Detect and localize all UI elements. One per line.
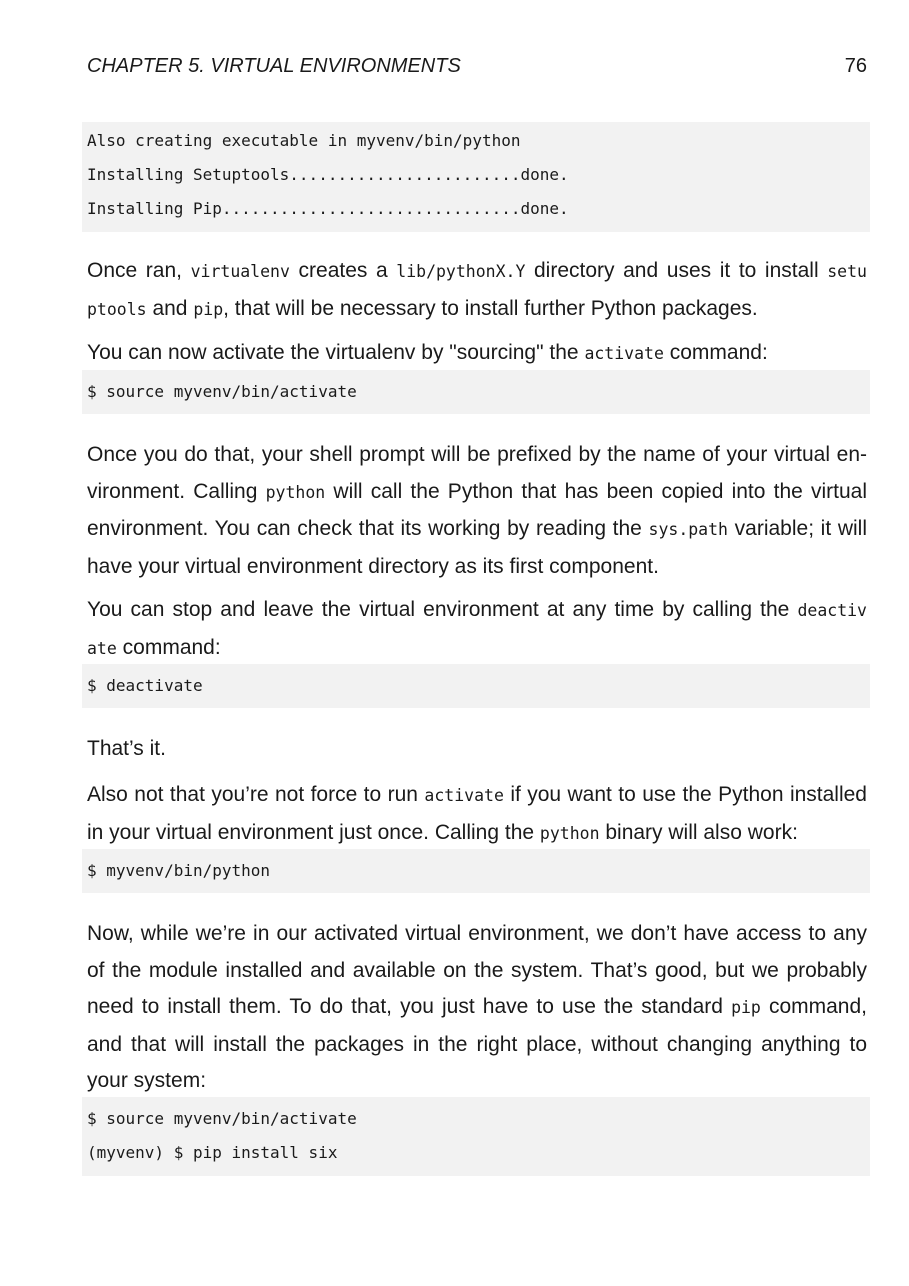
inline-code: activate: [424, 786, 504, 805]
inline-code: sys.path: [648, 520, 728, 539]
code-block-install-output: Also creating executable in myvenv/bin/p…: [82, 122, 870, 232]
code-line: $ myvenv/bin/python: [87, 861, 271, 880]
inline-code: pip: [731, 998, 761, 1017]
code-block-python-binary: $ myvenv/bin/python: [82, 849, 870, 893]
code-block-source-activate: $ source myvenv/bin/activate: [82, 370, 870, 414]
paragraph-virtualenv-creates: Once ran, virtualenv creates a lib/pytho…: [87, 253, 867, 328]
inline-code: activate: [584, 344, 664, 363]
text: You can now activate the virtualenv by "…: [87, 341, 585, 364]
text: command:: [116, 635, 221, 659]
page-number: 76: [844, 55, 867, 77]
text: You can stop and leave the virtual envir…: [87, 598, 798, 621]
paragraph-thats-it: That’s it.: [87, 731, 867, 768]
paragraph-python-binary: Also not that you’re not force to run ac…: [87, 777, 867, 852]
inline-code: python: [265, 482, 326, 502]
inline-code: virtualenv: [190, 262, 290, 281]
code-line: $ source myvenv/bin/activate: [87, 1109, 357, 1128]
code-line: Also creating executable in myvenv/bin/p…: [87, 131, 521, 150]
chapter-title: CHAPTER 5. VIRTUAL ENVIRONMENTS: [87, 55, 461, 77]
code-line: $ source myvenv/bin/activate: [87, 382, 357, 401]
inline-code: lib/pythonX.Y: [396, 262, 526, 281]
text: command:: [663, 341, 768, 364]
text: , that will be necessary to install furt…: [223, 296, 758, 320]
text: Also not that you’re not force to run: [87, 783, 425, 806]
paragraph-shell-prompt: Once you do that, your shell prompt will…: [87, 437, 867, 585]
inline-code: pip: [193, 299, 224, 319]
code-block-deactivate: $ deactivate: [82, 664, 870, 708]
text: binary will also work:: [599, 820, 798, 844]
code-line: $ deactivate: [87, 676, 203, 695]
paragraph-pip-install: Now, while we’re in our activated virtua…: [87, 916, 867, 1100]
text: That’s it.: [87, 737, 166, 760]
paragraph-activate: You can now activate the virtualenv by "…: [87, 335, 867, 373]
text: Once ran,: [87, 259, 191, 282]
code-line: Installing Pip..........................…: [87, 199, 569, 218]
code-line: Installing Setuptools...................…: [87, 165, 569, 184]
code-line: (myvenv) $ pip install six: [87, 1143, 338, 1162]
paragraph-deactivate: You can stop and leave the virtual envir…: [87, 592, 867, 667]
inline-code: python: [539, 823, 600, 843]
text: creates a: [289, 259, 397, 282]
code-block-pip-install-six: $ source myvenv/bin/activate (myvenv) $ …: [82, 1097, 870, 1176]
text: directory and uses it to install: [525, 259, 828, 282]
text: and: [146, 296, 194, 320]
running-header: CHAPTER 5. VIRTUAL ENVIRONMENTS 76: [87, 55, 867, 78]
